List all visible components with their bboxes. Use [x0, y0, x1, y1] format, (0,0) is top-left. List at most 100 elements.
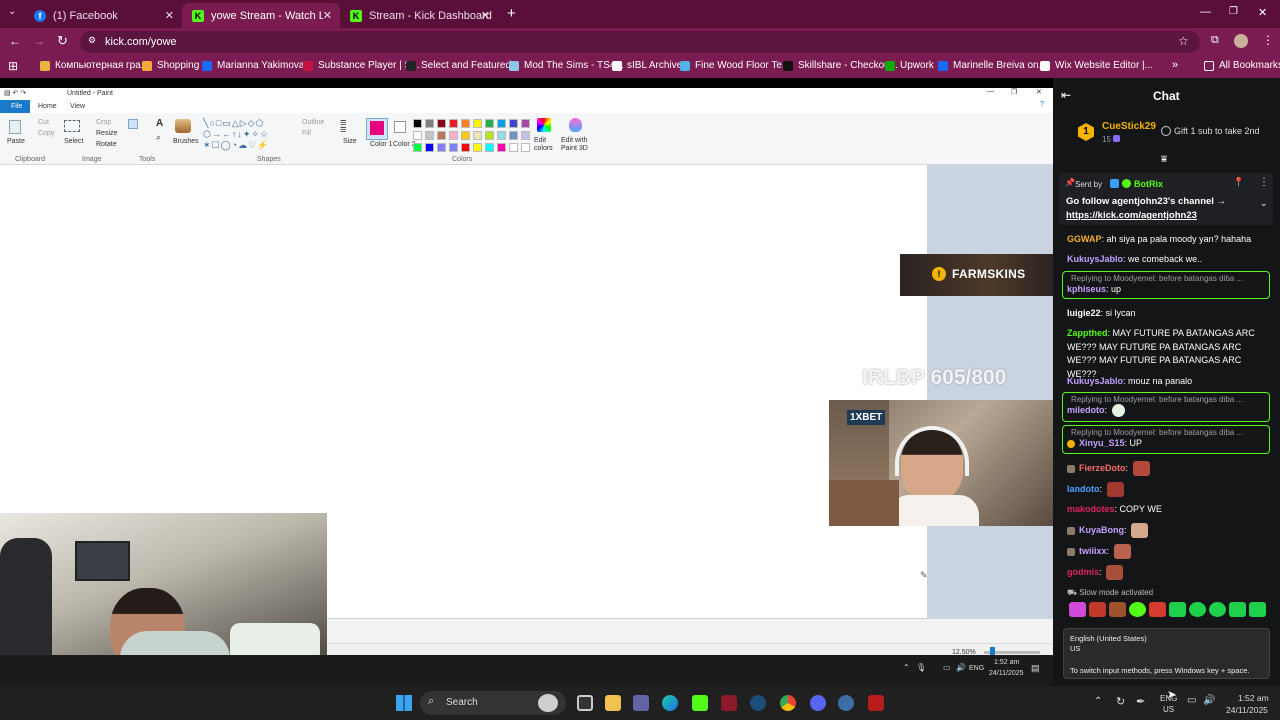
bookmark-item[interactable]: Компьютерная гра... — [40, 60, 149, 71]
reload-icon[interactable]: ↻ — [57, 33, 68, 49]
bookmark-item[interactable]: sIBL Archive — [612, 60, 682, 71]
emote-button[interactable] — [1149, 602, 1166, 617]
new-tab-button[interactable]: + — [507, 5, 516, 22]
emote-button[interactable] — [1129, 602, 1146, 617]
chat-reply-message[interactable]: Replying to Moodyemel: before batangas d… — [1062, 425, 1270, 454]
emote-button[interactable] — [1069, 602, 1086, 617]
avatar[interactable] — [1234, 34, 1248, 48]
forward-icon[interactable]: → — [33, 34, 45, 48]
emote-button[interactable] — [1209, 602, 1226, 617]
tab-yowe-stream[interactable]: K yowe Stream - Watch Live on K ✕ — [182, 3, 340, 28]
kick-app-icon[interactable] — [692, 695, 708, 711]
tab-kick-dashboard[interactable]: K Stream - Kick Dashboard ✕ — [340, 3, 498, 28]
bookmark-item[interactable]: Select and Featured... — [406, 60, 519, 71]
chat-message[interactable]: FierzeDoto: — [1067, 461, 1272, 476]
emote-button[interactable] — [1249, 602, 1266, 617]
taskbar-time[interactable]: 1:52 am — [1238, 693, 1269, 703]
expand-pinned-icon[interactable]: ⌄ — [1260, 198, 1268, 209]
app-icon[interactable] — [721, 695, 737, 711]
chat-message[interactable]: KukuysJablo: mouz na panalo — [1067, 375, 1272, 389]
chat-reply-message[interactable]: Replying to Moodyemel: before batangas d… — [1062, 392, 1270, 422]
file-explorer-icon[interactable] — [605, 695, 621, 711]
chat-username[interactable]: FierzeDoto — [1079, 463, 1126, 473]
back-icon[interactable]: ← — [9, 34, 21, 48]
url-field[interactable]: ⚙ kick.com/yowe ☆ — [80, 31, 1200, 53]
chat-username[interactable]: godmis — [1067, 567, 1099, 577]
unpin-icon[interactable]: 📍 — [1233, 177, 1244, 188]
chat-message[interactable]: godmis: — [1067, 565, 1272, 580]
edge-icon[interactable] — [662, 695, 678, 711]
close-tab-icon[interactable]: ✕ — [165, 9, 174, 22]
chat-username[interactable]: KuyaBong — [1079, 525, 1124, 535]
top-gifter-bar[interactable]: 1 CueStick29 15 Gift 1 sub to take 2nd — [1053, 115, 1280, 153]
chat-username[interactable]: makodotes — [1067, 504, 1115, 514]
bookmark-item[interactable]: Fine Wood Floor Te... — [680, 60, 790, 71]
chat-username[interactable]: luigie22 — [1067, 308, 1101, 318]
chat-message[interactable]: Zappthed: MAY FUTURE PA BATANGAS ARC WE?… — [1067, 327, 1272, 381]
emote-button[interactable] — [1169, 602, 1186, 617]
bookmark-item[interactable]: Skillshare - Checkou... — [783, 60, 898, 71]
chat-username[interactable]: Xinyu_S15 — [1079, 438, 1125, 448]
chat-message[interactable]: luigie22: si lycan — [1067, 307, 1272, 321]
chat-message[interactable]: makodotes: COPY WE — [1067, 503, 1272, 517]
chat-username[interactable]: kphiseus — [1067, 284, 1106, 294]
emote-button[interactable] — [1229, 602, 1246, 617]
close-window-icon[interactable]: ✕ — [1258, 6, 1267, 19]
red-app-icon[interactable] — [868, 695, 884, 711]
bookmark-item[interactable]: Shopping — [142, 60, 199, 71]
maximize-icon[interactable]: ❐ — [1229, 6, 1238, 17]
volume-tray-icon[interactable]: 🔊 — [1203, 695, 1215, 706]
start-windows-icon[interactable] — [396, 695, 412, 711]
emote-button[interactable] — [1109, 602, 1126, 617]
close-tab-icon[interactable]: ✕ — [481, 9, 490, 22]
chat-username[interactable]: miledoto — [1067, 405, 1105, 415]
teams-icon[interactable] — [633, 695, 649, 711]
tray-pen-icon[interactable]: ✒ — [1136, 695, 1145, 708]
chat-username[interactable]: landoto — [1067, 484, 1100, 494]
bookmark-item[interactable]: Marinelle Breiva on... — [938, 60, 1047, 71]
chat-username[interactable]: Zappthed — [1067, 328, 1108, 338]
chat-message[interactable]: KukuysJablo: we comeback we.. — [1067, 253, 1272, 267]
apps-grid-icon[interactable]: ⊞ — [8, 59, 18, 73]
taskbar-search-box[interactable]: ⌕ Search — [420, 691, 566, 715]
tray-app-icon[interactable]: ↻ — [1116, 695, 1125, 708]
chat-username[interactable]: GGWAP — [1067, 234, 1102, 244]
chat-message[interactable]: landoto: — [1067, 482, 1272, 497]
network-tray-icon[interactable]: ▭ — [1187, 695, 1196, 706]
site-info-icon[interactable]: ⚙ — [88, 35, 96, 46]
all-bookmarks-button[interactable]: All Bookmarks — [1204, 60, 1280, 71]
steam-running-icon[interactable] — [838, 695, 854, 711]
emote-button[interactable] — [1189, 602, 1206, 617]
chat-username[interactable]: KukuysJablo — [1067, 254, 1123, 264]
chrome-icon[interactable] — [780, 695, 796, 711]
bookmark-item[interactable]: Marianna Yakimova... — [202, 60, 313, 71]
bookmark-item[interactable]: Upwork — [885, 60, 934, 71]
stream-video[interactable]: ▤ ↶ ↷ Untitled - Paint — ❐ ✕ File Home V… — [0, 78, 1053, 686]
pinned-link[interactable]: https://kick.com/agentjohn23 — [1066, 210, 1197, 221]
tab-search-chevron-icon[interactable]: ⌄ — [8, 6, 16, 17]
steam-icon[interactable] — [750, 695, 766, 711]
tray-overflow-icon[interactable]: ⌃ — [1094, 696, 1102, 707]
taskbar-date[interactable]: 24/11/2025 — [1226, 705, 1268, 715]
chat-username[interactable]: KukuysJablo — [1067, 376, 1123, 386]
minimize-icon[interactable]: — — [1200, 6, 1211, 18]
chat-message[interactable]: GGWAP: ah siya pa pala moody yan? hahaha — [1067, 233, 1272, 247]
chat-reply-message[interactable]: Replying to Moodyemel: before batangas d… — [1062, 271, 1270, 299]
filter-icon[interactable]: ⩸ — [1161, 154, 1167, 165]
extensions-icon[interactable]: ⧉ — [1211, 34, 1219, 47]
chat-username[interactable]: twiiixx — [1079, 546, 1107, 556]
bookmark-item[interactable]: Mod The Sims - TS4... — [509, 60, 624, 71]
bookmark-item[interactable]: Substance Player | S... — [303, 60, 420, 71]
tab-facebook[interactable]: f (1) Facebook ✕ — [24, 3, 182, 28]
taskbar-region[interactable]: US — [1163, 705, 1174, 714]
bookmark-item[interactable]: Wix Website Editor |... — [1040, 60, 1153, 71]
discord-icon[interactable] — [810, 695, 826, 711]
task-view-icon[interactable] — [577, 695, 593, 711]
bookmark-star-icon[interactable]: ☆ — [1178, 34, 1189, 48]
close-tab-icon[interactable]: ✕ — [323, 9, 332, 22]
chat-message[interactable]: KuyaBong: — [1067, 523, 1272, 538]
pinned-message[interactable]: 📌 Sent by BotRix 📍 ⋮ Go follow agentjohn… — [1059, 173, 1273, 225]
pinned-more-icon[interactable]: ⋮ — [1259, 177, 1269, 188]
collapse-chat-icon[interactable]: ⇤ — [1061, 88, 1071, 102]
chat-message[interactable]: twiiixx: — [1067, 544, 1272, 559]
